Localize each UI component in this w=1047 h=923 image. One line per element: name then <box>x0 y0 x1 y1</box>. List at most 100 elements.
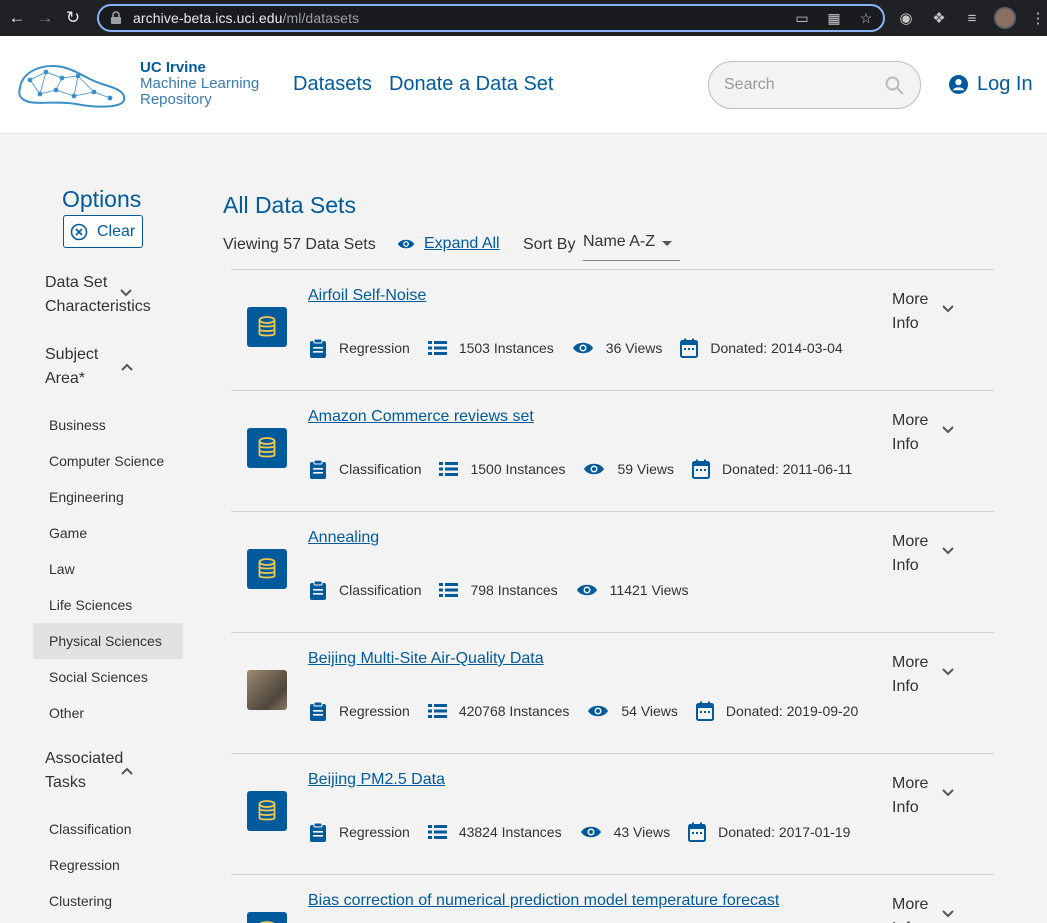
more-info-toggle[interactable]: More Info <box>892 409 928 457</box>
task-text: Regression <box>339 340 410 356</box>
site-logo-text[interactable]: UC Irvine Machine Learning Repository <box>140 60 259 108</box>
more-info-line: Info <box>892 917 928 923</box>
donated-text: Donated: 2017-01-19 <box>718 824 851 840</box>
task-item-clustering[interactable]: Clustering <box>33 883 183 919</box>
reload-icon[interactable]: ↻ <box>62 7 84 29</box>
database-icon <box>247 549 287 589</box>
eye-icon <box>580 826 601 838</box>
task-item-regression[interactable]: Regression <box>33 847 183 883</box>
task-text: Classification <box>339 461 422 477</box>
url-host: archive-beta.ics.uci.edu <box>133 10 283 26</box>
clear-filters-button[interactable]: Clear <box>63 215 143 248</box>
facet-data-set-characteristics[interactable]: Data Set Characteristics <box>45 271 151 319</box>
profile-avatar[interactable] <box>994 7 1016 29</box>
chevron-down-icon[interactable] <box>942 668 954 676</box>
logo-line-2: Machine Learning <box>140 75 260 92</box>
subject-item-game[interactable]: Game <box>33 515 183 551</box>
list-icon <box>439 583 459 597</box>
cast-icon[interactable]: ▭ <box>793 10 811 26</box>
dataset-name-link[interactable]: Beijing PM2.5 Data <box>308 771 445 789</box>
more-info-toggle[interactable]: More Info <box>892 772 928 820</box>
subject-item-social-sciences[interactable]: Social Sciences <box>33 659 183 695</box>
more-info-line: Info <box>892 557 919 574</box>
dataset-row: Annealing Classification 798 Instances 1… <box>231 511 994 632</box>
facet-subject-area[interactable]: Subject Area* <box>45 343 98 391</box>
qr-icon[interactable]: ▦ <box>825 10 843 26</box>
bookmark-star-icon[interactable]: ☆ <box>857 10 875 26</box>
more-info-toggle[interactable]: More Info <box>892 530 928 578</box>
list-icon <box>439 462 459 476</box>
extension-lens-icon[interactable]: ◉ <box>895 7 917 29</box>
chevron-down-icon[interactable] <box>942 789 954 797</box>
url-text: archive-beta.ics.uci.edu/ml/datasets <box>133 10 359 26</box>
facet-label-line: Area* <box>45 370 86 387</box>
forward-icon[interactable]: → <box>34 7 56 29</box>
chevron-down-icon[interactable] <box>942 547 954 555</box>
login-button[interactable]: Log In <box>949 73 1033 96</box>
facet-label-line: Tasks <box>45 774 86 791</box>
subject-item-life-sciences[interactable]: Life Sciences <box>33 587 183 623</box>
expand-all-link[interactable]: Expand All <box>424 235 500 253</box>
sort-select[interactable]: Name A-Z <box>583 233 680 261</box>
eye-icon <box>576 584 597 596</box>
chevron-down-icon[interactable] <box>942 910 954 918</box>
views-text: 11421 Views <box>609 582 689 598</box>
facet-label-line: Subject <box>45 346 99 363</box>
account-circle-icon <box>949 75 968 94</box>
calendar-icon <box>688 822 707 842</box>
subject-item-law[interactable]: Law <box>33 551 183 587</box>
search-icon[interactable] <box>885 76 904 95</box>
subject-item-engineering[interactable]: Engineering <box>33 479 183 515</box>
logo-line-1: UC Irvine <box>140 59 206 76</box>
task-text: Classification <box>339 582 422 598</box>
nav-datasets-link[interactable]: Datasets <box>293 73 372 96</box>
nav-donate-link[interactable]: Donate a Data Set <box>389 73 554 96</box>
more-info-toggle[interactable]: More Info <box>892 651 928 699</box>
uci-logo-icon[interactable] <box>16 58 128 110</box>
database-icon <box>247 307 287 347</box>
facet-label-line: Characteristics <box>45 298 151 315</box>
chevron-down-icon[interactable] <box>942 305 954 313</box>
views-text: 36 Views <box>605 340 663 356</box>
instances-text: 1500 Instances <box>470 461 566 477</box>
caret-down-icon <box>662 241 672 246</box>
donated-text: Donated: 2019-09-20 <box>725 703 859 719</box>
subject-item-physical-sciences[interactable]: Physical Sciences <box>33 623 183 659</box>
task-item-classification[interactable]: Classification <box>33 811 183 847</box>
dataset-row: Bias correction of numerical prediction … <box>231 874 994 923</box>
dataset-name-link[interactable]: Airfoil Self-Noise <box>308 287 426 305</box>
dataset-name-link[interactable]: Beijing Multi-Site Air-Quality Data <box>308 650 544 668</box>
more-info-line: More <box>892 896 929 913</box>
more-info-line: More <box>892 775 929 792</box>
chevron-up-icon[interactable] <box>121 767 133 775</box>
clipboard-icon <box>310 701 326 721</box>
main-nav: Datasets Donate a Data Set <box>293 73 554 96</box>
dataset-name-link[interactable]: Annealing <box>308 529 379 547</box>
more-info-line: More <box>892 291 929 308</box>
subject-item-computer-science[interactable]: Computer Science <box>33 443 183 479</box>
dataset-name-link[interactable]: Amazon Commerce reviews set <box>308 408 534 426</box>
media-queue-icon[interactable]: ≡ <box>961 7 983 29</box>
more-info-line: Info <box>892 799 919 816</box>
chevron-up-icon[interactable] <box>121 363 133 371</box>
subject-item-business[interactable]: Business <box>33 407 183 443</box>
eye-icon <box>397 239 415 249</box>
subject-item-other[interactable]: Other <box>33 695 183 731</box>
dataset-meta: Classification 1500 Instances 59 Views D… <box>309 459 870 479</box>
more-info-toggle[interactable]: More Info <box>892 288 928 336</box>
extensions-puzzle-icon[interactable]: ❖ <box>928 7 950 29</box>
back-icon[interactable]: ← <box>6 7 28 29</box>
donated-text: Donated: 2014-03-04 <box>710 340 843 356</box>
facet-associated-tasks[interactable]: Associated Tasks <box>45 747 123 795</box>
calendar-icon <box>680 338 699 358</box>
browser-menu-icon[interactable]: ⋮ <box>1027 7 1047 29</box>
chevron-down-icon[interactable] <box>942 426 954 434</box>
search-box <box>708 61 921 109</box>
dataset-name-link[interactable]: Bias correction of numerical prediction … <box>308 892 779 910</box>
address-bar[interactable]: archive-beta.ics.uci.edu/ml/datasets ▭ ▦… <box>97 4 885 32</box>
expand-all-toggle[interactable]: Expand All <box>397 235 500 253</box>
search-input[interactable] <box>724 76 884 94</box>
more-info-toggle[interactable]: More Info <box>892 893 928 923</box>
chevron-down-icon[interactable] <box>120 289 132 297</box>
logo-line-3: Repository <box>140 91 212 108</box>
